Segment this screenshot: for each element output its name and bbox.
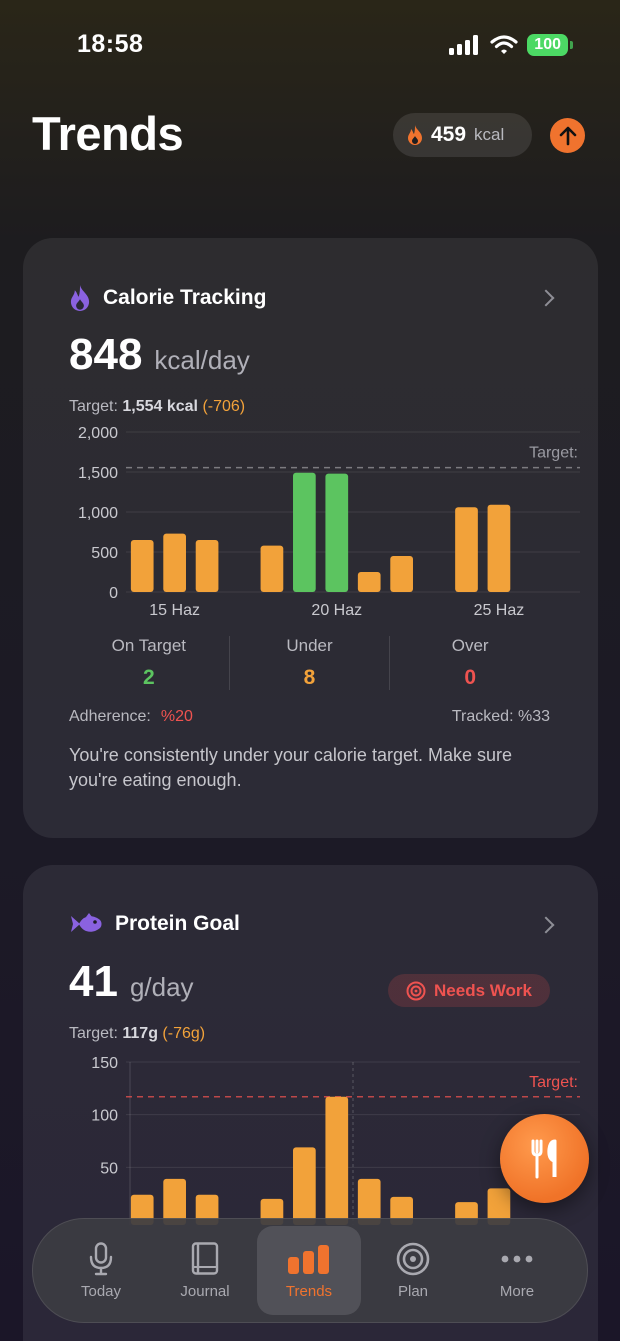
book-icon: [191, 1242, 219, 1275]
signal-icon: [449, 35, 479, 55]
x-tick-label: 15 Haz: [149, 602, 200, 619]
protein-target-value: 117g: [122, 1025, 158, 1042]
status-icons: 100: [449, 34, 573, 56]
y-tick-label: 1,500: [78, 465, 118, 482]
calorie-average-value: 848: [69, 330, 143, 379]
needs-work-label: Needs Work: [434, 980, 532, 1000]
x-tick-label: 20 Haz: [311, 602, 362, 619]
stat-under-label: Under: [286, 636, 333, 655]
adherence: Adherence: %20: [69, 708, 193, 726]
stat-on-target-value: 2: [142, 666, 155, 689]
calorie-tracking-card[interactable]: Calorie Tracking 848 kcal/day Target: 1,…: [23, 238, 598, 838]
tab-trends[interactable]: Trends: [257, 1226, 361, 1315]
microphone-icon: [89, 1242, 113, 1276]
y-tick-label: 2,000: [78, 425, 118, 442]
calorie-target-line: Target: 1,554 kcal (-706): [69, 398, 245, 416]
adherence-label: Adherence:: [69, 708, 151, 725]
bar: [293, 472, 316, 592]
stat-on-target: On Target 2: [69, 636, 229, 690]
protein-card-title: Protein Goal: [115, 912, 240, 935]
bar: [455, 507, 478, 592]
tab-trends-label: Trends: [285, 1283, 333, 1300]
calorie-stats: On Target 2 Under 8 Over 0: [69, 636, 550, 690]
bar: [357, 572, 381, 592]
protein-chart: 50 100 150 Target:: [91, 1055, 580, 1225]
page-title: Trends: [32, 107, 184, 160]
target-line-label: Target:: [529, 1074, 578, 1091]
stat-over: Over 0: [389, 636, 550, 690]
tab-plan[interactable]: Plan: [361, 1226, 465, 1315]
protein-target-line: Target: 117g (-76g): [69, 1025, 205, 1043]
x-tick-label: 25 Haz: [474, 602, 525, 619]
target-icon: [406, 981, 426, 1000]
more-dots-icon: [501, 1255, 533, 1263]
bar: [487, 504, 511, 592]
protein-average-value: 41: [69, 957, 118, 1006]
tab-today[interactable]: Today: [49, 1226, 153, 1315]
protein-target-delta: (-76g): [162, 1025, 206, 1042]
kcal-value: 459: [431, 123, 467, 146]
y-tick-label: 0: [109, 585, 118, 602]
y-tick-label: 100: [91, 1108, 118, 1125]
calorie-target-delta: (-706): [202, 398, 246, 415]
calorie-average-unit: kcal/day: [154, 345, 250, 375]
protein-average: 41 g/day: [69, 957, 194, 1007]
tab-plan-label: Plan: [397, 1283, 429, 1300]
bar-chart-icon: [288, 1245, 329, 1274]
chevron-right-icon[interactable]: [537, 289, 555, 307]
stat-under: Under 8: [228, 636, 390, 690]
tab-more-label: More: [499, 1283, 535, 1300]
stat-under-value: 8: [303, 666, 316, 689]
y-tick-label: 150: [91, 1055, 118, 1072]
flame-icon: [70, 285, 90, 311]
fork-knife-icon: [531, 1139, 556, 1178]
bar: [325, 473, 349, 592]
stat-over-value: 0: [464, 666, 477, 689]
calorie-card-header: Calorie Tracking: [69, 285, 266, 311]
bar: [325, 1096, 349, 1225]
tab-today-label: Today: [80, 1283, 122, 1300]
calorie-average: 848 kcal/day: [69, 330, 250, 380]
calorie-target-label: Target:: [69, 398, 118, 415]
upload-button[interactable]: [550, 118, 585, 153]
status-time: 18:58: [77, 30, 144, 58]
wifi-icon: [490, 35, 518, 54]
bar: [163, 533, 186, 592]
bar: [195, 540, 219, 592]
calorie-note: You're consistently under your calorie t…: [69, 745, 513, 790]
adherence-value: %20: [160, 708, 193, 725]
tab-journal[interactable]: Journal: [153, 1226, 257, 1315]
y-tick-label: 1,000: [78, 505, 118, 522]
bar: [390, 556, 413, 592]
target-icon: [396, 1242, 430, 1276]
calorie-target-value: 1,554 kcal: [122, 398, 198, 415]
bar: [260, 545, 284, 592]
tab-more[interactable]: More: [465, 1226, 569, 1315]
arrow-up-icon: [559, 126, 576, 145]
bar: [130, 540, 154, 592]
protein-card-header: Protein Goal: [69, 912, 240, 936]
protein-average-unit: g/day: [129, 972, 194, 1002]
calorie-card-title: Calorie Tracking: [103, 286, 267, 309]
kcal-unit: kcal: [474, 125, 505, 144]
stat-on-target-label: On Target: [111, 636, 186, 655]
tab-bar: Today Journal Trends Plan More: [32, 1218, 588, 1323]
bar: [293, 1147, 316, 1225]
y-tick-label: 500: [91, 545, 118, 562]
fish-icon: [71, 913, 102, 932]
kcal-pill[interactable]: 459 kcal: [393, 113, 532, 157]
tab-journal-label: Journal: [180, 1283, 230, 1300]
tracked-value: Tracked: %33: [451, 708, 550, 725]
target-line-label: Target:: [529, 445, 578, 462]
battery-indicator: 100: [527, 34, 573, 56]
add-food-button[interactable]: [500, 1114, 589, 1203]
chevron-right-icon[interactable]: [537, 916, 555, 934]
stat-over-label: Over: [451, 636, 489, 655]
protein-target-label: Target:: [69, 1025, 118, 1042]
needs-work-badge: Needs Work: [388, 974, 550, 1007]
y-tick-label: 50: [100, 1160, 118, 1177]
calorie-chart: 0 500 1,000 1,500 2,000 Target: 15 Haz 20 Haz 25…: [78, 425, 580, 619]
flame-icon: [408, 125, 422, 145]
